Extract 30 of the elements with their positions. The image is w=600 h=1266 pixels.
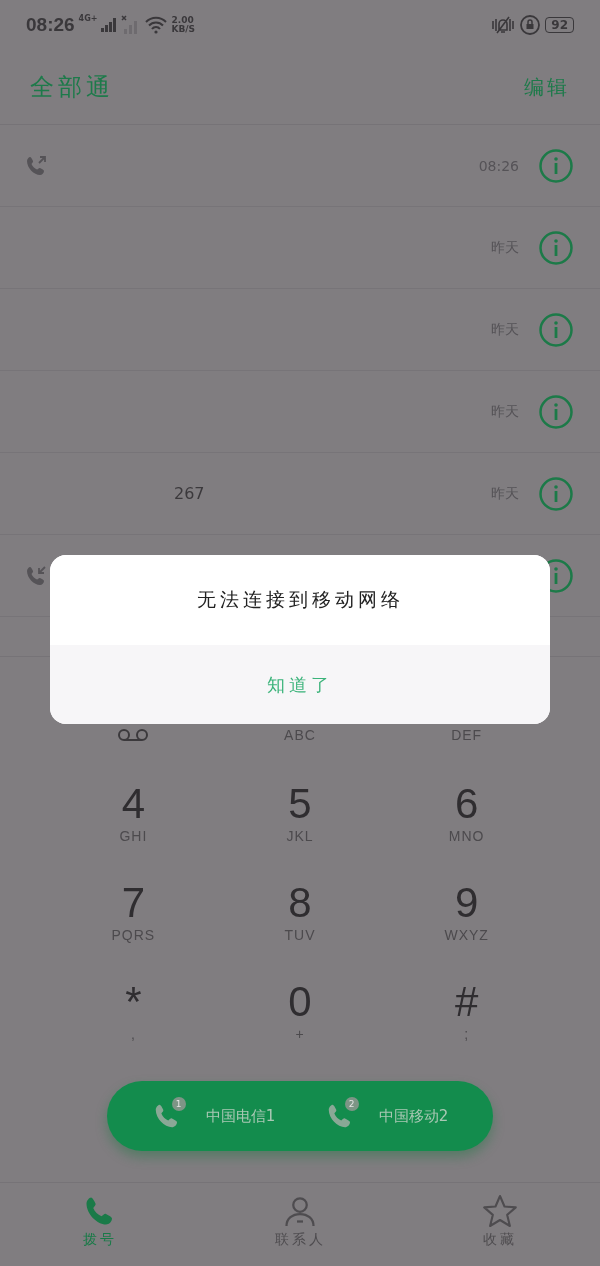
outgoing-call-icon bbox=[24, 153, 48, 178]
dialog-message: 无法连接到移动网络 bbox=[50, 555, 550, 645]
speed-unit: KB/S bbox=[171, 25, 196, 34]
key-letters: , bbox=[130, 1025, 136, 1043]
star-icon bbox=[482, 1193, 518, 1229]
sim-badge: 1 bbox=[171, 1097, 186, 1111]
silent-bell-icon bbox=[491, 15, 516, 35]
status-time: 08:26 bbox=[26, 14, 75, 36]
sim-badge: 2 bbox=[344, 1097, 359, 1111]
phone-number: 267 bbox=[174, 484, 205, 503]
key-digit[interactable]: 5 bbox=[288, 781, 312, 827]
key-letters: + bbox=[295, 1025, 305, 1043]
key-digit[interactable]: 7 bbox=[121, 880, 145, 926]
voicemail-icon bbox=[117, 727, 150, 743]
rotation-lock-icon bbox=[519, 14, 542, 36]
key-digit[interactable]: 0 bbox=[288, 979, 312, 1025]
network-type: 4G+ bbox=[78, 14, 98, 23]
signal-icon bbox=[101, 18, 118, 32]
key-digit[interactable]: 6 bbox=[455, 781, 479, 827]
speed-value: 2.00 bbox=[171, 16, 195, 25]
incoming-call-icon bbox=[24, 563, 48, 588]
key-digit[interactable]: * bbox=[125, 979, 142, 1025]
key-digit[interactable]: 4 bbox=[121, 781, 145, 827]
key-digit[interactable]: 8 bbox=[288, 880, 312, 926]
key-digit[interactable]: # bbox=[455, 979, 479, 1025]
key-letters: ; bbox=[464, 1025, 470, 1043]
battery-level: 92 bbox=[545, 17, 574, 33]
wifi-icon bbox=[145, 16, 168, 34]
key-digit[interactable]: 9 bbox=[455, 880, 479, 926]
page-title: 全部通 bbox=[30, 72, 114, 103]
